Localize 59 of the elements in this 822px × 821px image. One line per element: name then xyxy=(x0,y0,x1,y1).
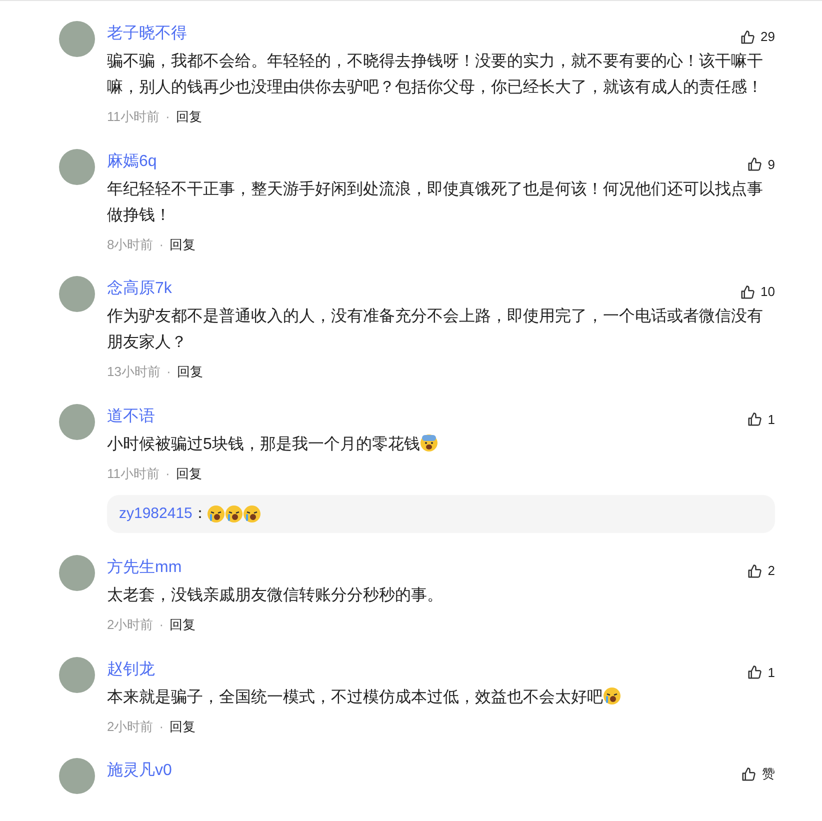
separator-dot: · xyxy=(159,236,164,254)
reply-colon: ： xyxy=(192,504,208,524)
comment-text: 小时候被骗过5块钱，那是我一个月的零花钱 xyxy=(107,432,765,458)
reply-link[interactable]: 回复 xyxy=(170,615,196,634)
avatar[interactable] xyxy=(59,404,95,440)
reply-link[interactable]: 回复 xyxy=(176,464,202,483)
crying-face-icon xyxy=(243,505,262,523)
like-button[interactable]: 赞 xyxy=(741,764,775,784)
thumbs-up-icon xyxy=(746,157,762,172)
comment-text: 作为驴友都不是普通收入的人，没有准备充分不会上路，即使用完了，一个电话或者微信没有朋友家人？ xyxy=(107,306,764,353)
crying-face-icon xyxy=(603,686,621,704)
avatar[interactable] xyxy=(59,276,95,312)
username-link[interactable]: 道不语 xyxy=(107,404,155,428)
separator-dot: · xyxy=(166,108,170,126)
like-button[interactable]: 1 xyxy=(746,410,775,430)
like-button[interactable]: 2 xyxy=(746,561,775,581)
like-button[interactable]: 9 xyxy=(746,154,775,174)
avatar[interactable] xyxy=(59,148,95,184)
separator-dot: · xyxy=(166,464,170,482)
avatar[interactable] xyxy=(59,656,95,692)
separator-dot: · xyxy=(159,718,164,736)
anxious-face-icon xyxy=(420,434,438,452)
reply-link[interactable]: 回复 xyxy=(176,362,203,382)
username-link[interactable]: 赵钊龙 xyxy=(107,658,155,682)
username-link[interactable]: 念高原7k xyxy=(107,277,172,301)
separator-dot: · xyxy=(159,616,164,634)
timestamp: 8小时前 xyxy=(107,236,154,254)
crying-face-icon xyxy=(207,505,226,523)
username-link[interactable]: 施灵凡v0 xyxy=(107,759,172,783)
thumbs-up-icon xyxy=(740,30,755,44)
thumbs-up-icon xyxy=(741,766,756,782)
timestamp: 13小时前 xyxy=(107,363,160,381)
reply-username-link[interactable]: zy1982415 xyxy=(119,502,192,526)
like-button[interactable]: 1 xyxy=(746,662,775,682)
avatar[interactable] xyxy=(59,555,95,591)
thumbs-up-icon xyxy=(746,564,762,578)
timestamp: 2小时前 xyxy=(107,718,154,736)
avatar[interactable] xyxy=(59,758,95,794)
reply-link[interactable]: 回复 xyxy=(170,234,196,254)
crying-face-icon xyxy=(225,505,244,523)
separator-dot: · xyxy=(166,363,171,381)
username-link[interactable]: 老子晓不得 xyxy=(107,22,187,46)
like-button[interactable]: 10 xyxy=(740,282,775,302)
avatar[interactable] xyxy=(59,21,95,57)
username-link[interactable]: 麻嫣6q xyxy=(107,150,157,174)
comment-text: 太老套，没钱亲戚朋友微信转账分分秒秒的事。 xyxy=(107,586,444,606)
thumbs-up-icon xyxy=(740,284,755,300)
comment-text: 本来就是骗子，全国统一模式，不过模仿成本过低，效益也不会太好吧 xyxy=(107,684,765,710)
thumbs-up-icon xyxy=(746,665,762,680)
username-link[interactable]: 方先生mm xyxy=(107,556,182,580)
reply-link[interactable]: 回复 xyxy=(176,107,202,126)
timestamp: 2小时前 xyxy=(107,616,154,634)
thumbs-up-icon xyxy=(746,412,762,427)
timestamp: 11小时前 xyxy=(107,108,160,126)
comment-text: 骗不骗，我都不会给。年轻轻的，不晓得去挣钱呀！没要的实力，就不要有要的心！该干嘛干嘛，别人的钱再少也没理由供你去驴吧？包括你父母，你已经长大了，就该有成人的责任感！ xyxy=(107,52,764,98)
reply-link[interactable]: 回复 xyxy=(170,716,196,736)
comment-text: 年纪轻轻不干正事，整天游手好闲到处流浪，即使真饿死了也是何该！何况他们还可以找点事做挣钱！ xyxy=(107,180,764,226)
like-button[interactable]: 29 xyxy=(740,27,775,47)
timestamp: 11小时前 xyxy=(107,464,160,482)
